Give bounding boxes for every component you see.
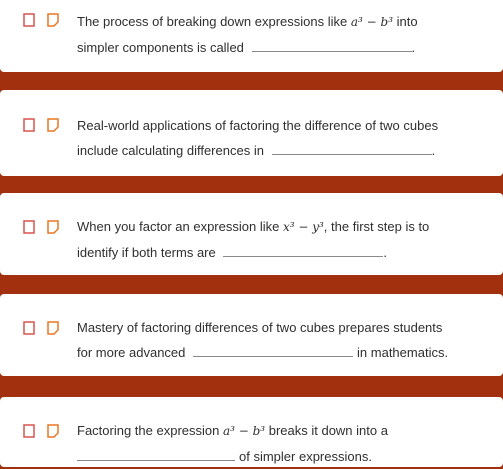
- bookmark-icon[interactable]: [22, 321, 36, 335]
- flag-icon[interactable]: [46, 220, 60, 234]
- answer-blank[interactable]: [223, 242, 384, 257]
- bookmark-icon[interactable]: [22, 220, 36, 234]
- bookmark-icon[interactable]: [22, 118, 36, 132]
- answer-blank[interactable]: [251, 37, 412, 52]
- question-card-4: Mastery of factoring differences of two …: [0, 294, 503, 376]
- question-line2: simpler components is called: [77, 40, 244, 55]
- question-line1: Real-world applications of factoring the…: [77, 118, 439, 133]
- question-post: in mathematics.: [357, 345, 449, 360]
- question-line2: for more advanced: [77, 345, 186, 360]
- math-expression: a³ − b³: [222, 424, 266, 438]
- question-card-5: Factoring the expression a³ − b³ breaks …: [0, 397, 503, 467]
- bookmark-icon[interactable]: [22, 424, 36, 438]
- flag-icon[interactable]: [46, 118, 60, 132]
- question-post: .: [383, 245, 387, 260]
- question-text: The process of breaking down expressions…: [77, 9, 487, 60]
- flag-icon[interactable]: [46, 13, 60, 27]
- question-text: Factoring the expression a³ − b³ breaks …: [77, 418, 487, 469]
- math-expression: a³ − b³: [350, 15, 394, 29]
- question-pre: Factoring the expression: [77, 423, 223, 438]
- question-card-1: The process of breaking down expressions…: [0, 0, 503, 72]
- answer-blank[interactable]: [193, 342, 354, 357]
- question-line2: include calculating differences in: [77, 143, 264, 158]
- question-line2: identify if both terms are: [77, 245, 216, 260]
- question-mid: breaks it down into a: [265, 423, 388, 438]
- question-line1: Mastery of factoring differences of two …: [77, 320, 443, 335]
- question-text: Mastery of factoring differences of two …: [77, 315, 487, 365]
- flag-icon[interactable]: [46, 424, 60, 438]
- question-card-3: When you factor an expression like x³ − …: [0, 193, 503, 275]
- answer-blank[interactable]: [271, 140, 432, 155]
- question-mid: , the first step is to: [323, 219, 430, 234]
- bookmark-icon[interactable]: [22, 13, 36, 27]
- question-pre: When you factor an expression like: [77, 219, 283, 234]
- math-expression: x³ − y³: [282, 220, 324, 234]
- question-pre: The process of breaking down expressions…: [77, 14, 351, 29]
- question-post: of simpler expressions.: [239, 449, 372, 464]
- question-text: When you factor an expression like x³ − …: [77, 214, 487, 265]
- question-card-2: Real-world applications of factoring the…: [0, 90, 503, 176]
- question-post: .: [411, 40, 416, 55]
- question-post: .: [431, 143, 436, 158]
- question-text: Real-world applications of factoring the…: [77, 113, 487, 163]
- question-mid: into: [393, 14, 418, 29]
- answer-blank[interactable]: [77, 446, 235, 461]
- flag-icon[interactable]: [46, 321, 60, 335]
